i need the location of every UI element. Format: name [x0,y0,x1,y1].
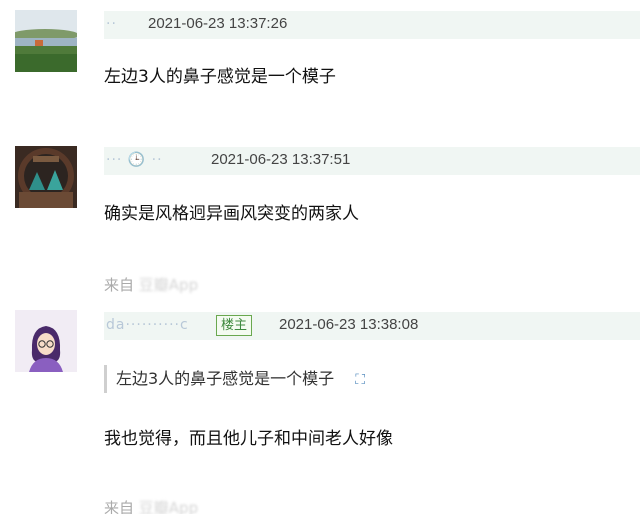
timestamp: 2021-06-23 13:37:26 [148,15,288,32]
source-app[interactable]: 豆瓣App [139,276,198,294]
user-name[interactable]: da··········c [106,317,189,333]
source-app[interactable]: 豆瓣App [139,499,198,514]
source-label: 来自 [104,499,135,514]
expand-quote-icon[interactable]: ⛶ [355,366,365,394]
comment-source: 来自 豆瓣App [104,274,198,295]
comment-meta-bar: ·· 2021-06-23 13:37:26 [104,11,640,39]
avatar[interactable] [15,10,77,72]
quote-text: 左边3人的鼻子感觉是一个模子 [116,369,335,388]
comment-source: 来自 豆瓣App [104,497,198,514]
comment-text: 左边3人的鼻子感觉是一个模子 [104,67,336,87]
source-label: 来自 [104,276,135,294]
comment-meta-bar: da··········c 楼主 2021-06-23 13:38:08 [104,312,640,340]
timestamp: 2021-06-23 13:37:51 [211,151,351,168]
owner-badge: 楼主 [216,315,253,336]
comment-text: 我也觉得，而且他儿子和中间老人好像 [104,429,393,449]
avatar[interactable] [15,310,77,372]
timestamp: 2021-06-23 13:38:08 [279,316,419,333]
comment-text: 确实是风格迥异画风突变的两家人 [104,204,359,224]
user-name[interactable]: ·· [106,16,117,32]
avatar[interactable] [15,146,77,208]
user-name[interactable]: ··· 🕒 ·· [106,152,163,168]
quoted-comment: 左边3人的鼻子感觉是一个模子 ⛶ [104,365,365,393]
comment-meta-bar: ··· 🕒 ·· 2021-06-23 13:37:51 [104,147,640,175]
